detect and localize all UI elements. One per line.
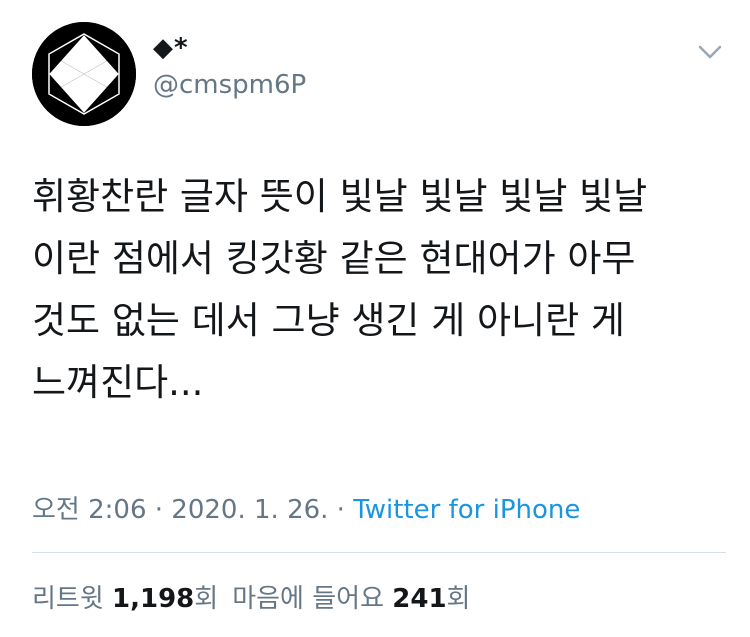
likes-stat[interactable]: 마음에 들어요 241회 bbox=[232, 584, 470, 614]
likes-unit: 회 bbox=[446, 584, 471, 614]
retweets-stat[interactable]: 리트윗 1,198회 bbox=[32, 584, 218, 614]
tweet-line: 것도 없는 데서 그냥 생긴 게 아니란 게 bbox=[32, 299, 625, 342]
retweets-count: 1,198 bbox=[112, 584, 195, 614]
display-name[interactable]: ◆* bbox=[153, 33, 189, 63]
tweet-source-link[interactable]: Twitter for iPhone bbox=[353, 495, 580, 525]
hexagon-diamond-logo bbox=[32, 22, 136, 126]
meta-separator: · bbox=[146, 495, 172, 525]
avatar[interactable] bbox=[32, 22, 136, 126]
tweet-line: 이란 점에서 킹갓황 같은 현대어가 아무 bbox=[32, 237, 636, 280]
tweet-meta: 오전 2:06 · 2020. 1. 26. · Twitter for iPh… bbox=[32, 489, 580, 526]
tweet-stats: 리트윗 1,198회 마음에 들어요 241회 bbox=[32, 578, 470, 615]
tweet-line: 휘황찬란 글자 뜻이 빛날 빛날 빛날 빛날 bbox=[32, 175, 648, 218]
retweets-unit: 회 bbox=[194, 584, 219, 614]
divider bbox=[32, 552, 726, 553]
meta-separator: · bbox=[328, 495, 354, 525]
user-handle[interactable]: @cmspm6P bbox=[153, 70, 306, 100]
tweet-date: 2020. 1. 26. bbox=[171, 495, 329, 525]
tweet-text: 휘황찬란 글자 뜻이 빛날 빛날 빛날 빛날 이란 점에서 킹갓황 같은 현대어… bbox=[32, 166, 722, 414]
retweets-label: 리트윗 bbox=[32, 584, 104, 614]
chevron-down-icon[interactable] bbox=[694, 40, 726, 64]
likes-count: 241 bbox=[392, 584, 447, 614]
tweet-time: 오전 2:06 bbox=[32, 495, 147, 525]
tweet-line: 느껴진다... bbox=[32, 361, 204, 404]
likes-label: 마음에 들어요 bbox=[232, 584, 384, 614]
